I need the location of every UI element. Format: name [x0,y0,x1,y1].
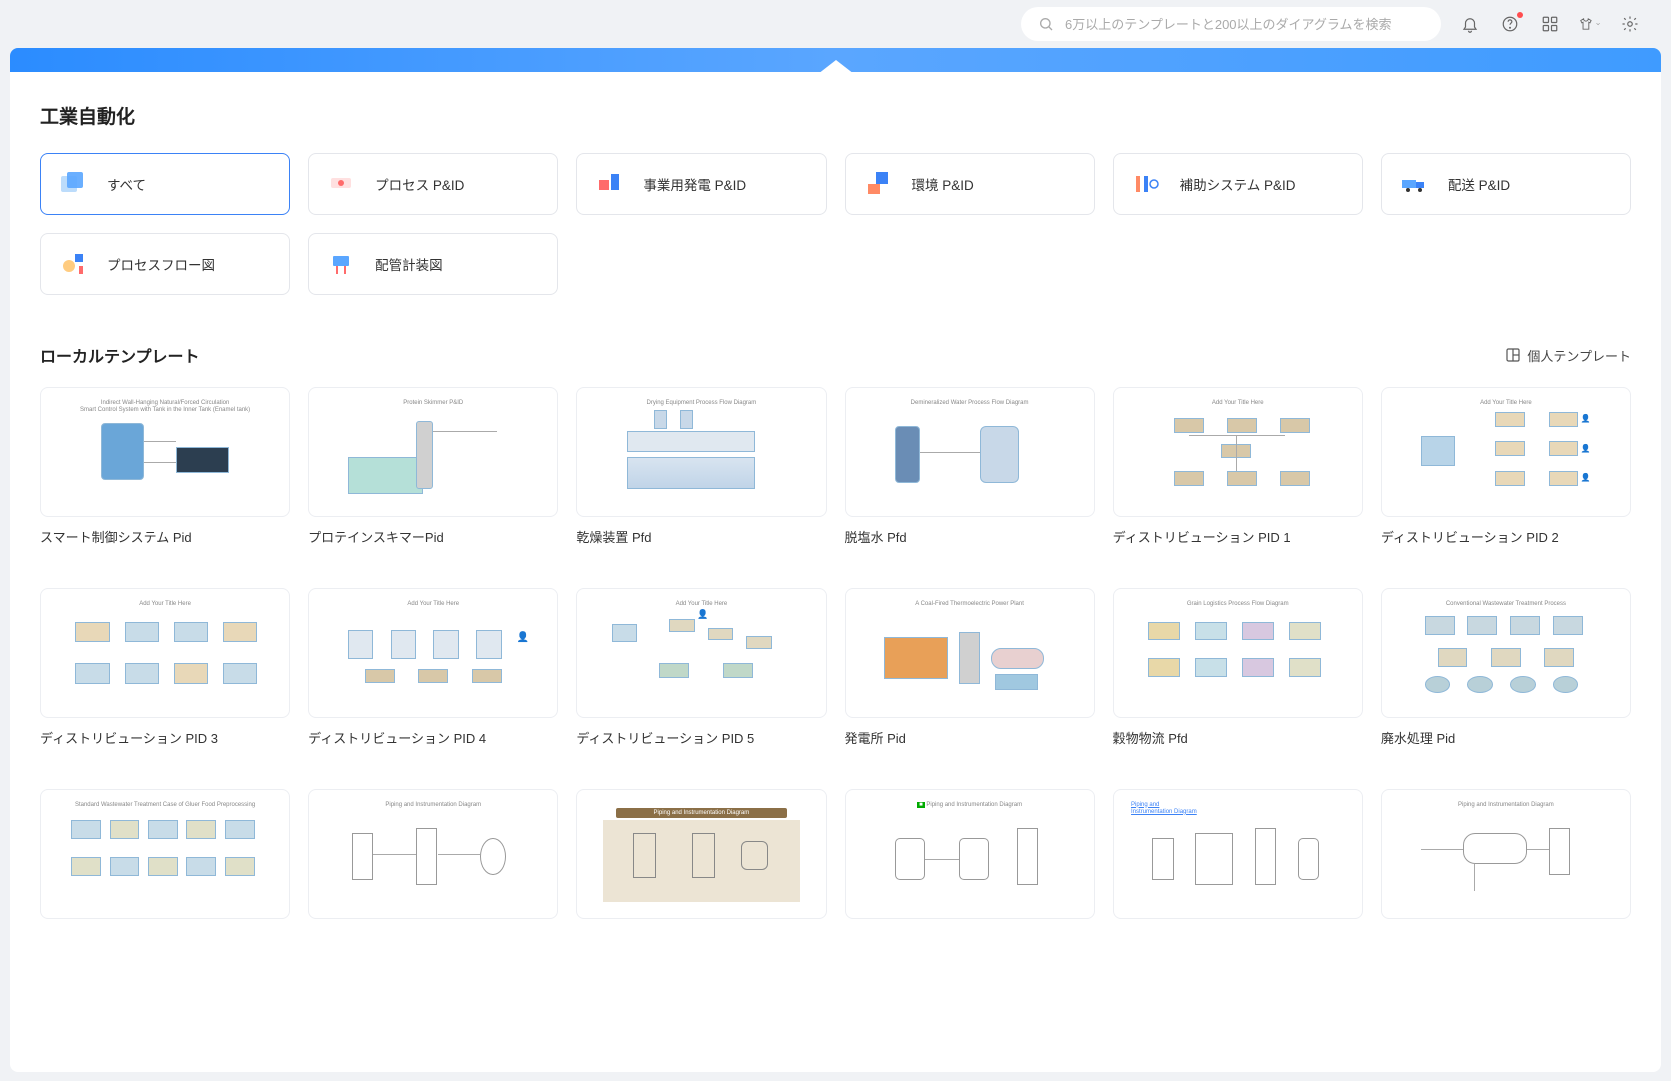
template-thumb: Indirect Wall-Hanging Natural/Forced Cir… [40,387,290,517]
page-content: 工業自動化 すべて プロセス P&ID 事業用発電 P&ID 環境 P&ID 補… [10,72,1661,1072]
template-card-9[interactable]: A Coal-Fired Thermoelectric Power Plant … [845,588,1095,771]
template-name: ディストリビューション PID 1 [1113,527,1363,546]
template-card-14[interactable]: Piping and Instrumentation Diagram [576,789,826,943]
banner-notch [818,60,854,74]
category-icon [864,170,892,198]
category-card-4[interactable]: 補助システム P&ID [1113,153,1363,215]
category-label: 配管計装図 [375,254,443,274]
gear-icon[interactable] [1619,13,1641,35]
template-name: ディストリビューション PID 3 [40,728,290,747]
category-card-2[interactable]: 事業用発電 P&ID [576,153,826,215]
category-icon [327,170,355,198]
template-card-1[interactable]: Protein Skimmer P&ID プロテインスキマーPid [308,387,558,570]
category-icon [1400,170,1428,198]
template-thumb: Piping and Instrumentation Diagram [308,789,558,919]
template-card-2[interactable]: Drying Equipment Process Flow Diagram 乾燥… [576,387,826,570]
template-thumb: Demineralized Water Process Flow Diagram [845,387,1095,517]
category-label: すべて [107,174,146,194]
template-thumb: Add Your Title Here 👤 [308,588,558,718]
category-icon [59,170,87,198]
template-thumb: Protein Skimmer P&ID [308,387,558,517]
template-card-6[interactable]: Add Your Title Here ディストリビューション PID 3 [40,588,290,771]
help-icon[interactable] [1499,13,1521,35]
category-card-1[interactable]: プロセス P&ID [308,153,558,215]
personal-templates-link[interactable]: 個人テンプレート [1505,346,1631,365]
template-thumb: Piping andInstrumentation Diagram [1113,789,1363,919]
search-box[interactable] [1021,7,1441,41]
search-icon [1035,13,1057,35]
template-thumb: ■ Piping and Instrumentation Diagram [845,789,1095,919]
template-card-4[interactable]: Add Your Title Here ディストリビューション PID 1 [1113,387,1363,570]
category-label: 事業用発電 P&ID [643,174,746,194]
category-card-6[interactable]: プロセスフロー図 [40,233,290,295]
template-card-7[interactable]: Add Your Title Here 👤 ディストリビューション PID 4 [308,588,558,771]
category-icon [595,170,623,198]
category-card-5[interactable]: 配送 P&ID [1381,153,1631,215]
template-name: ディストリビューション PID 5 [576,728,826,747]
category-card-7[interactable]: 配管計装図 [308,233,558,295]
template-thumb: Standard Wastewater Treatment Case of Gl… [40,789,290,919]
category-label: プロセスフロー図 [107,254,215,274]
template-card-13[interactable]: Piping and Instrumentation Diagram [308,789,558,943]
template-name: 発電所 Pid [845,728,1095,747]
section-title: ローカルテンプレート [40,343,200,367]
template-name: ディストリビューション PID 2 [1381,527,1631,546]
personal-templates-label: 個人テンプレート [1527,346,1631,365]
template-thumb: Piping and Instrumentation Diagram [1381,789,1631,919]
category-label: 環境 P&ID [912,174,974,194]
template-card-3[interactable]: Demineralized Water Process Flow Diagram… [845,387,1095,570]
template-thumb: Drying Equipment Process Flow Diagram [576,387,826,517]
category-icon [59,250,87,278]
template-thumb: Conventional Wastewater Treatment Proces… [1381,588,1631,718]
template-name: スマート制御システム Pid [40,527,290,546]
template-name: 廃水処理 Pid [1381,728,1631,747]
template-grid: Indirect Wall-Hanging Natural/Forced Cir… [40,387,1631,943]
template-name: 脱塩水 Pfd [845,527,1095,546]
bell-icon[interactable] [1459,13,1481,35]
template-card-0[interactable]: Indirect Wall-Hanging Natural/Forced Cir… [40,387,290,570]
category-label: 補助システム P&ID [1180,174,1296,194]
section-header: ローカルテンプレート 個人テンプレート [40,343,1631,367]
template-card-11[interactable]: Conventional Wastewater Treatment Proces… [1381,588,1631,771]
template-thumb: Grain Logistics Process Flow Diagram [1113,588,1363,718]
template-card-12[interactable]: Standard Wastewater Treatment Case of Gl… [40,789,290,943]
template-thumb: Add Your Title Here 👤 [576,588,826,718]
template-card-8[interactable]: Add Your Title Here 👤 ディストリビューション PID 5 [576,588,826,771]
search-input[interactable] [1065,17,1427,32]
template-thumb: A Coal-Fired Thermoelectric Power Plant [845,588,1095,718]
template-name: プロテインスキマーPid [308,527,558,546]
template-card-16[interactable]: Piping andInstrumentation Diagram [1113,789,1363,943]
template-thumb: Add Your Title Here 👤👤👤 [1381,387,1631,517]
template-name: 乾燥装置 Pfd [576,527,826,546]
category-card-3[interactable]: 環境 P&ID [845,153,1095,215]
template-name: ディストリビューション PID 4 [308,728,558,747]
header-banner [10,48,1661,72]
category-grid: すべて プロセス P&ID 事業用発電 P&ID 環境 P&ID 補助システム … [40,153,1631,295]
category-icon [1132,170,1160,198]
apps-icon[interactable] [1539,13,1561,35]
shirt-icon[interactable] [1579,13,1601,35]
topbar [0,0,1671,48]
category-label: プロセス P&ID [375,174,464,194]
category-label: 配送 P&ID [1448,174,1510,194]
page-title: 工業自動化 [40,102,1631,129]
template-card-10[interactable]: Grain Logistics Process Flow Diagram 穀物物… [1113,588,1363,771]
template-card-17[interactable]: Piping and Instrumentation Diagram [1381,789,1631,943]
template-thumb: Add Your Title Here [1113,387,1363,517]
template-card-5[interactable]: Add Your Title Here 👤👤👤 ディストリビューション PID … [1381,387,1631,570]
category-card-0[interactable]: すべて [40,153,290,215]
template-thumb: Add Your Title Here [40,588,290,718]
template-thumb: Piping and Instrumentation Diagram [576,789,826,919]
template-card-15[interactable]: ■ Piping and Instrumentation Diagram [845,789,1095,943]
category-icon [327,250,355,278]
template-name: 穀物物流 Pfd [1113,728,1363,747]
